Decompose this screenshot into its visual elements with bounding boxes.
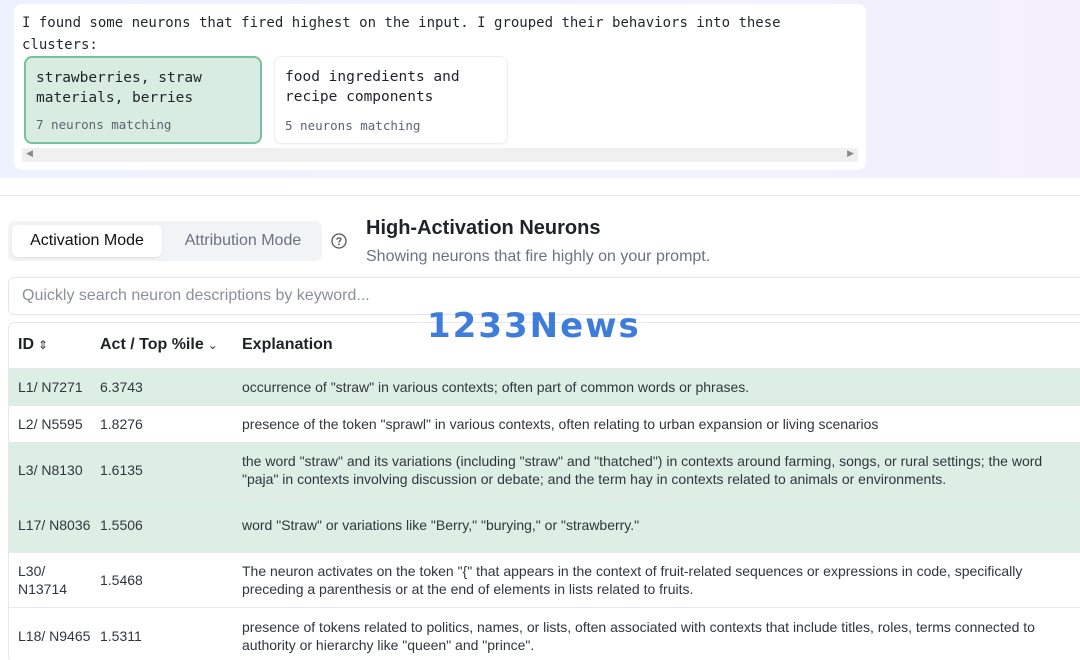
mode-toggle: Activation Mode Attribution Mode bbox=[8, 221, 322, 261]
explanation-text: presence of the token "sprawl" in variou… bbox=[242, 416, 879, 432]
table-row[interactable]: L1/ N7271 6.3743 occurrence of "straw" i… bbox=[9, 368, 1080, 405]
neuron-id[interactable]: L1/ N7271 bbox=[18, 378, 94, 396]
scrollbar-thumb[interactable] bbox=[40, 151, 840, 159]
watermark-logo: 1233News bbox=[427, 306, 641, 346]
cluster-card-strawberries[interactable]: strawberries, straw materials, berries 7… bbox=[24, 56, 262, 144]
column-header-id[interactable]: ID ⇕ bbox=[18, 336, 48, 354]
explanation-text: the word "straw" and its variations (inc… bbox=[242, 453, 1043, 487]
horizontal-scrollbar[interactable]: ◀ ▶ bbox=[22, 148, 858, 162]
page-title: High-Activation Neurons bbox=[366, 217, 601, 239]
page-subtitle: Showing neurons that fire highly on your… bbox=[366, 248, 711, 265]
activation-value: 1.5311 bbox=[100, 627, 142, 644]
neuron-id[interactable]: L17/ N8036 bbox=[18, 516, 94, 534]
explanation-text: occurrence of "straw" in various context… bbox=[242, 379, 750, 395]
cluster-count: 7 neurons matching bbox=[36, 117, 172, 132]
table-row[interactable]: L18/ N9465 1.5311 presence of tokens rel… bbox=[9, 607, 1080, 660]
cluster-count: 5 neurons matching bbox=[285, 118, 421, 133]
sort-updown-icon[interactable]: ⇕ bbox=[38, 338, 48, 352]
activation-value: 1.5468 bbox=[100, 572, 143, 588]
neuron-id[interactable]: L3/ N8130 bbox=[18, 461, 94, 479]
table-row[interactable]: L17/ N8036 1.5506 word "Straw" or variat… bbox=[9, 497, 1080, 552]
activation-value: 1.6135 bbox=[100, 462, 143, 478]
chevron-down-icon[interactable]: ⌄ bbox=[208, 338, 218, 352]
chat-message-area: I found some neurons that fired highest … bbox=[0, 0, 1080, 178]
column-header-act[interactable]: Act / Top %ile ⌄ bbox=[100, 336, 218, 354]
cluster-card-food[interactable]: food ingredients and recipe components 5… bbox=[274, 56, 508, 144]
assistant-message: I found some neurons that fired highest … bbox=[14, 4, 866, 170]
message-text: I found some neurons that fired highest … bbox=[22, 15, 781, 53]
table-row[interactable]: L30/ N13714 1.5468 The neuron activates … bbox=[9, 552, 1080, 607]
explanation-text: word "Straw" or variations like "Berry,"… bbox=[242, 517, 640, 533]
activation-value: 1.5506 bbox=[100, 517, 143, 533]
section-divider bbox=[0, 195, 1080, 196]
attribution-mode-button[interactable]: Attribution Mode bbox=[168, 225, 318, 257]
question-circle-icon[interactable] bbox=[331, 233, 347, 249]
explanation-text: The neuron activates on the token "{" th… bbox=[242, 563, 1023, 597]
neurons-table: ID ⇕ Act / Top %ile ⌄ Explanation L1/ N727… bbox=[8, 322, 1080, 660]
table-row[interactable]: L3/ N8130 1.6135 the word "straw" and it… bbox=[9, 442, 1080, 497]
neuron-id[interactable]: L2/ N5595 bbox=[18, 415, 94, 433]
cluster-title: food ingredients and recipe components bbox=[285, 69, 460, 105]
scroll-left-icon[interactable]: ◀ bbox=[26, 149, 33, 159]
activation-value: 1.8276 bbox=[100, 416, 143, 432]
table-row[interactable]: L2/ N5595 1.8276 presence of the token "… bbox=[9, 405, 1080, 442]
activation-mode-button[interactable]: Activation Mode bbox=[12, 225, 162, 257]
scroll-right-icon[interactable]: ▶ bbox=[847, 149, 854, 159]
neuron-id[interactable]: L30/ N13714 bbox=[18, 562, 94, 598]
column-header-explanation: Explanation bbox=[242, 336, 333, 353]
cluster-title: strawberries, straw materials, berries bbox=[36, 70, 202, 106]
activation-value: 6.3743 bbox=[100, 379, 143, 395]
explanation-text: presence of tokens related to politics, … bbox=[242, 618, 1035, 653]
neuron-id[interactable]: L18/ N9465 bbox=[18, 627, 94, 645]
